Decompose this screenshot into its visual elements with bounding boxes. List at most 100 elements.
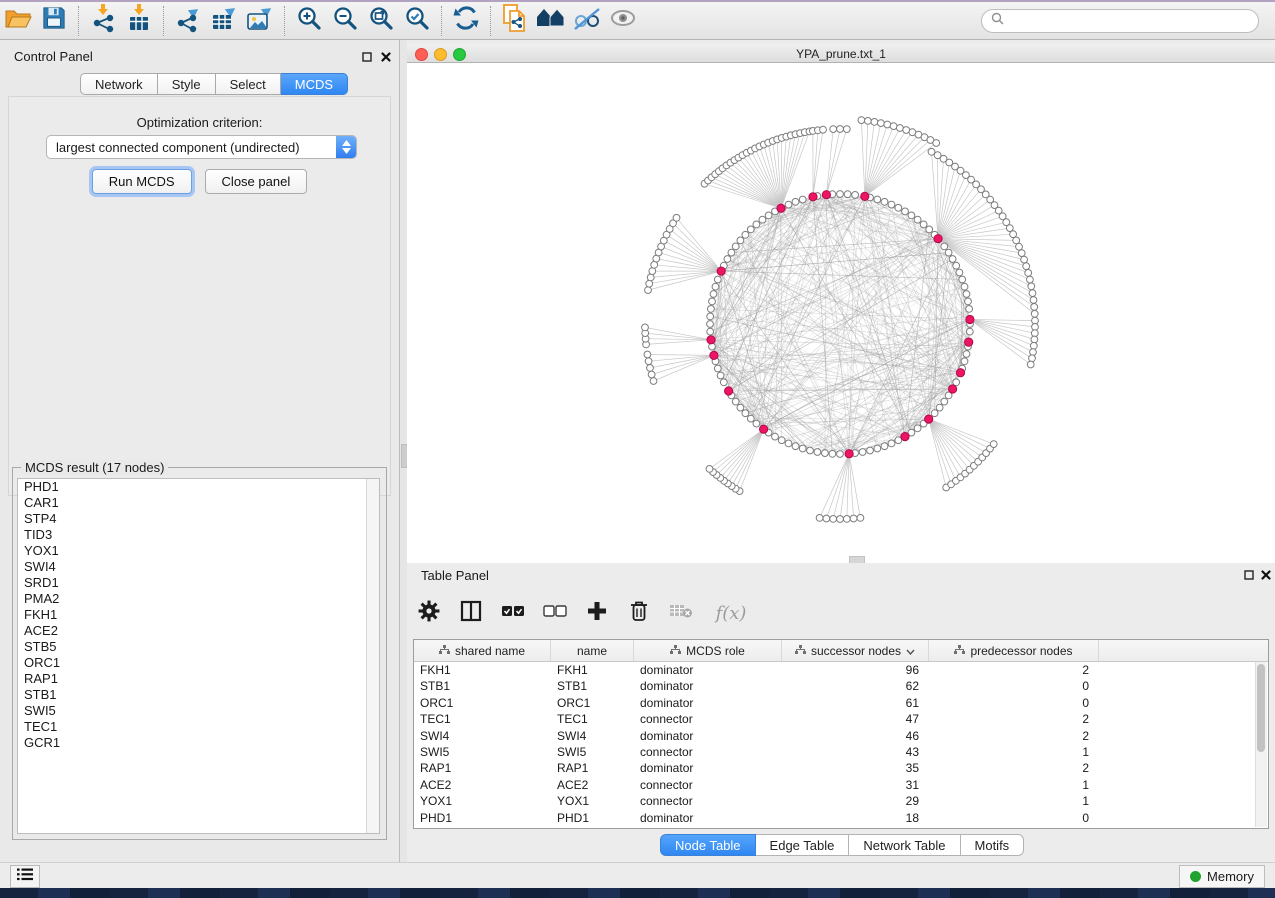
table-scrollbar[interactable]: [1255, 662, 1267, 827]
cell[interactable]: 2: [929, 760, 1099, 776]
mcds-node[interactable]: [949, 385, 957, 393]
tab-network-table[interactable]: Network Table: [849, 834, 960, 856]
cell[interactable]: 2: [929, 662, 1099, 678]
mcds-node-item[interactable]: SWI5: [18, 703, 379, 719]
cell[interactable]: 2: [929, 711, 1099, 727]
table-row[interactable]: ACE2ACE2connector311: [414, 777, 1268, 793]
cell[interactable]: YOX1: [414, 793, 551, 809]
table-row[interactable]: PHD1PHD1dominator180: [414, 810, 1268, 826]
close-panel-icon[interactable]: [379, 50, 392, 63]
import-table-button[interactable]: [121, 4, 157, 38]
cell[interactable]: connector: [634, 793, 782, 809]
list-scrollbar[interactable]: [366, 479, 379, 833]
mcds-node-item[interactable]: GCR1: [18, 735, 379, 751]
cell[interactable]: ACE2: [414, 777, 551, 793]
mcds-node-item[interactable]: SRD1: [18, 575, 379, 591]
cell[interactable]: RAP1: [414, 760, 551, 776]
cell[interactable]: dominator: [634, 810, 782, 826]
cell[interactable]: SWI4: [414, 728, 551, 744]
hide-selected-button[interactable]: [569, 4, 605, 38]
cell[interactable]: 0: [929, 678, 1099, 694]
close-panel-button[interactable]: Close panel: [205, 169, 308, 194]
network-titlebar[interactable]: YPA_prune.txt_1: [407, 44, 1275, 63]
criterion-dropdown[interactable]: largest connected component (undirected): [46, 135, 357, 159]
cell[interactable]: 31: [782, 777, 929, 793]
mcds-node-item[interactable]: SWI4: [18, 559, 379, 575]
mcds-node[interactable]: [966, 315, 974, 323]
mcds-node[interactable]: [861, 192, 869, 200]
mcds-node-item[interactable]: PHD1: [18, 479, 379, 495]
mcds-node-item[interactable]: PMA2: [18, 591, 379, 607]
cell[interactable]: FKH1: [414, 662, 551, 678]
cell[interactable]: ACE2: [551, 777, 634, 793]
mcds-node-item[interactable]: CAR1: [18, 495, 379, 511]
cell[interactable]: dominator: [634, 728, 782, 744]
tab-mcds[interactable]: MCDS: [281, 73, 348, 95]
mcds-node[interactable]: [710, 351, 718, 359]
tab-style[interactable]: Style: [158, 73, 216, 95]
column-header-mcds-role[interactable]: MCDS role: [634, 640, 782, 661]
export-network-button[interactable]: [170, 4, 206, 38]
memory-button[interactable]: Memory: [1179, 865, 1265, 888]
run-mcds-button[interactable]: Run MCDS: [92, 169, 192, 194]
show-all-button[interactable]: [605, 4, 641, 38]
tab-network[interactable]: Network: [80, 73, 158, 95]
zoom-fit-button[interactable]: [363, 4, 399, 38]
zoom-out-button[interactable]: [327, 4, 363, 38]
mcds-node-item[interactable]: TEC1: [18, 719, 379, 735]
table-row[interactable]: STB1STB1dominator620: [414, 678, 1268, 694]
column-header-successor-nodes[interactable]: successor nodes: [782, 640, 929, 661]
show-columns-button[interactable]: [457, 599, 485, 627]
first-neighbors-button[interactable]: [533, 4, 569, 38]
cell[interactable]: 46: [782, 728, 929, 744]
mcds-node-item[interactable]: FKH1: [18, 607, 379, 623]
cell[interactable]: 18: [782, 810, 929, 826]
table-row[interactable]: TEC1TEC1connector472: [414, 711, 1268, 727]
task-history-button[interactable]: [10, 865, 40, 888]
column-header-shared-name[interactable]: shared name: [414, 640, 551, 661]
column-header-predecessor-nodes[interactable]: predecessor nodes: [929, 640, 1099, 661]
export-table-button[interactable]: [206, 4, 242, 38]
table-settings-button[interactable]: [415, 599, 443, 627]
mcds-node[interactable]: [901, 433, 909, 441]
vertical-splitter[interactable]: [400, 40, 407, 862]
save-session-button[interactable]: [36, 4, 72, 38]
mcds-node-item[interactable]: ORC1: [18, 655, 379, 671]
delete-column-button[interactable]: [625, 599, 653, 627]
cell[interactable]: ORC1: [414, 695, 551, 711]
table-row[interactable]: YOX1YOX1connector291: [414, 793, 1268, 809]
table-row[interactable]: ORC1ORC1dominator610: [414, 695, 1268, 711]
cell[interactable]: SWI5: [414, 744, 551, 760]
cell[interactable]: 61: [782, 695, 929, 711]
mcds-node[interactable]: [809, 193, 817, 201]
add-column-button[interactable]: [583, 599, 611, 627]
tab-select[interactable]: Select: [216, 73, 281, 95]
cell[interactable]: TEC1: [414, 711, 551, 727]
mcds-node[interactable]: [717, 267, 725, 275]
cell[interactable]: connector: [634, 744, 782, 760]
mcds-node[interactable]: [956, 369, 964, 377]
apply-layout-button[interactable]: [448, 4, 484, 38]
zoom-in-button[interactable]: [291, 4, 327, 38]
tab-edge-table[interactable]: Edge Table: [756, 834, 850, 856]
cell[interactable]: connector: [634, 777, 782, 793]
select-all-rows-button[interactable]: [499, 599, 527, 627]
cell[interactable]: 47: [782, 711, 929, 727]
float-table-panel-icon[interactable]: [1242, 568, 1255, 581]
cell[interactable]: connector: [634, 711, 782, 727]
column-header-name[interactable]: name: [551, 640, 634, 661]
tab-node-table[interactable]: Node Table: [660, 834, 756, 856]
mcds-node-item[interactable]: RAP1: [18, 671, 379, 687]
mcds-node[interactable]: [760, 425, 768, 433]
deselect-all-rows-button[interactable]: [541, 599, 569, 627]
cell[interactable]: dominator: [634, 662, 782, 678]
open-file-button[interactable]: [0, 4, 36, 38]
mcds-node[interactable]: [965, 338, 973, 346]
cell[interactable]: RAP1: [551, 760, 634, 776]
mcds-node-item[interactable]: YOX1: [18, 543, 379, 559]
cell[interactable]: 2: [929, 728, 1099, 744]
mcds-node[interactable]: [707, 336, 715, 344]
mcds-node[interactable]: [845, 450, 853, 458]
zoom-selected-button[interactable]: [399, 4, 435, 38]
mcds-node-item[interactable]: TID3: [18, 527, 379, 543]
